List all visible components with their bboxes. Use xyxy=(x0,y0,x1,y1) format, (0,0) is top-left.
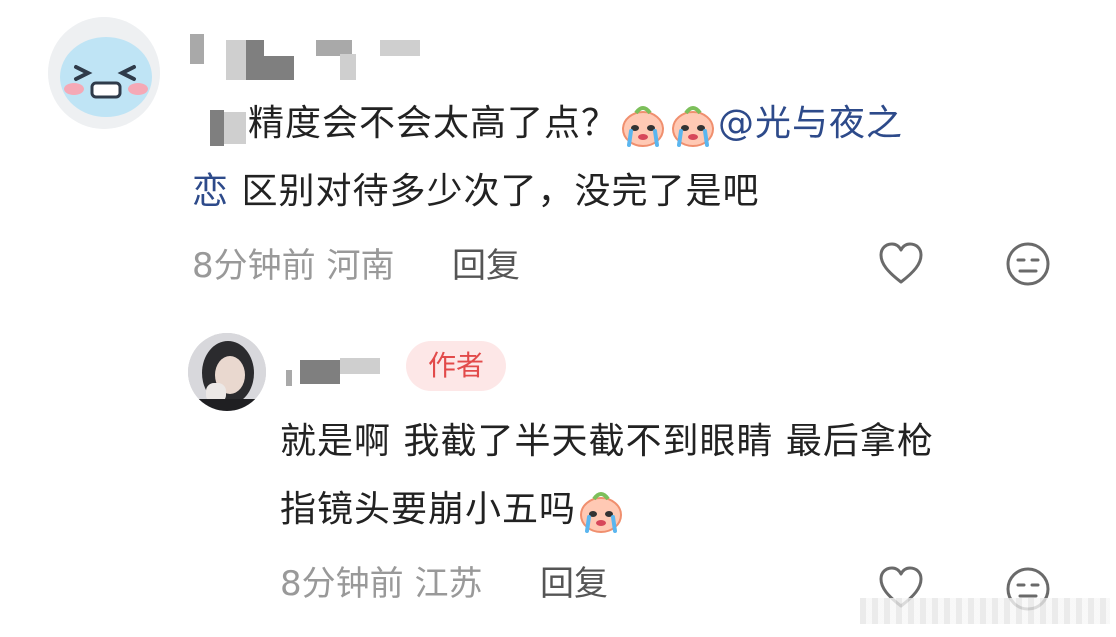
mention-link-cont[interactable]: 恋 xyxy=(192,171,229,212)
username-redacted xyxy=(190,28,430,86)
heart-outline-icon[interactable] xyxy=(878,242,924,286)
reply-time: 8分钟前 xyxy=(280,564,404,604)
reply-button[interactable]: 回复 xyxy=(540,564,608,604)
avatar-photo-icon xyxy=(188,333,266,411)
author-badge: 作者 xyxy=(406,341,506,391)
watermark xyxy=(860,598,1110,624)
reply-button[interactable]: 回复 xyxy=(452,246,520,286)
comment-text-line1: 精度会不会太高了点？ @光与夜之 xyxy=(248,96,903,152)
comment-meta: 8分钟前 河南 xyxy=(192,246,394,286)
crying-face-emoji xyxy=(622,106,665,147)
avatar[interactable] xyxy=(188,333,266,411)
comment-location: 河南 xyxy=(326,246,395,286)
reply-meta: 8分钟前 江苏 xyxy=(280,564,482,604)
mention-link[interactable]: @光与夜之 xyxy=(718,103,903,144)
crying-face-emoji xyxy=(672,106,715,147)
comment-text: 精度会不会太高了点？ xyxy=(248,103,619,144)
redacted-char xyxy=(210,110,224,146)
username-redacted xyxy=(280,352,380,386)
reply-text-line1: 就是啊 我截了半天截不到眼睛 最后拿枪 xyxy=(280,421,934,462)
reply-text-line2: 指镜头要崩小五吗 xyxy=(280,482,626,538)
comment-text-line2: 恋 区别对待多少次了，没完了是吧 xyxy=(192,164,759,220)
redacted-char xyxy=(224,112,246,144)
comment-time: 8分钟前 xyxy=(192,246,316,286)
reply-text: 指镜头要崩小五吗 xyxy=(280,489,577,530)
meh-face-icon[interactable] xyxy=(1005,241,1051,287)
crying-face-emoji xyxy=(580,492,623,533)
avatar-cartoon-icon xyxy=(48,17,160,129)
avatar[interactable] xyxy=(48,17,160,129)
comment-text: 区别对待多少次了，没完了是吧 xyxy=(229,171,760,212)
reply-location: 江苏 xyxy=(414,564,483,604)
